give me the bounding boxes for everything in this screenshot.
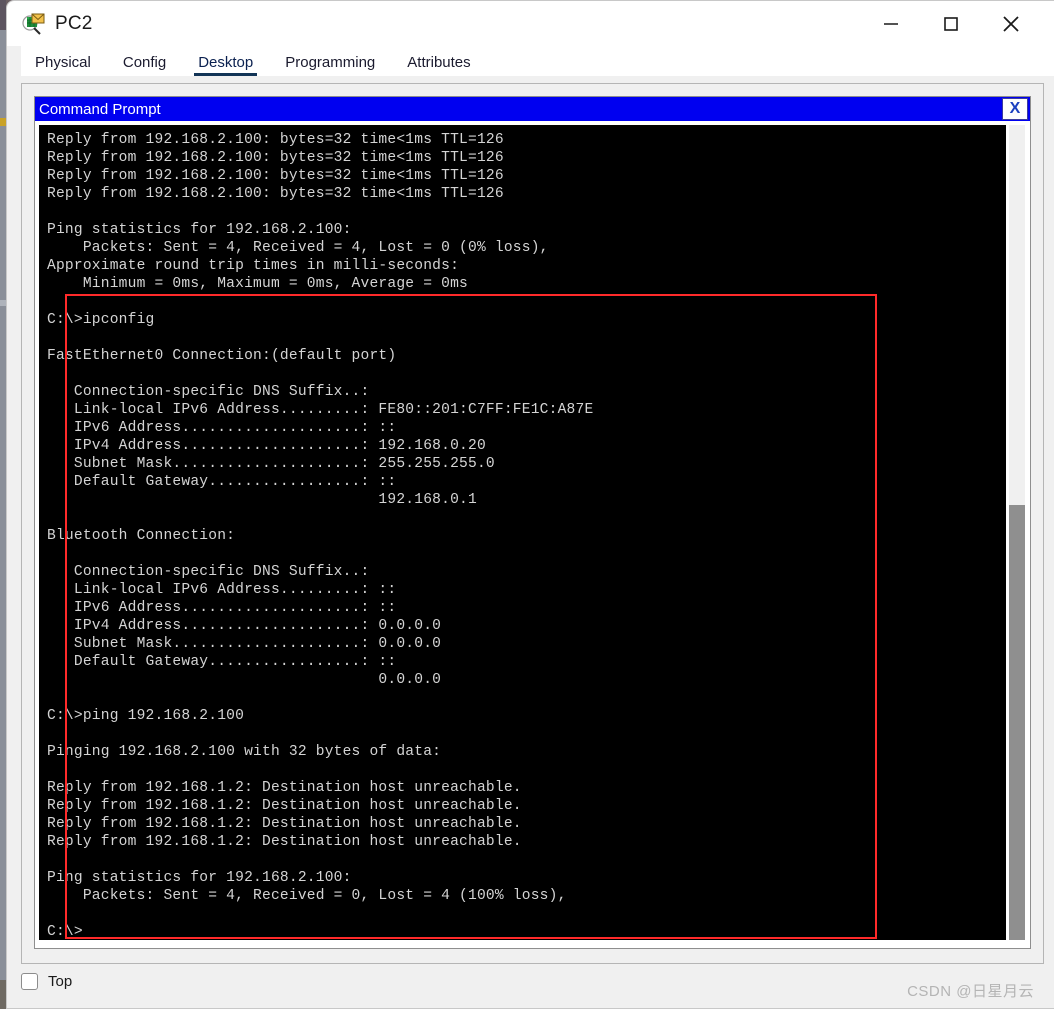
- top-checkbox[interactable]: [21, 973, 38, 990]
- terminal-output: Reply from 192.168.2.100: bytes=32 time<…: [47, 132, 594, 940]
- tab-desktop[interactable]: Desktop: [184, 54, 267, 76]
- command-prompt-titlebar: Command Prompt X: [35, 97, 1030, 121]
- terminal-scrollbar[interactable]: [1009, 125, 1025, 940]
- tab-strip: Physical Config Desktop Programming Attr…: [7, 46, 1054, 76]
- minimize-button[interactable]: [862, 1, 920, 46]
- tab-programming[interactable]: Programming: [271, 54, 389, 76]
- terminal-area: Reply from 192.168.2.100: bytes=32 time<…: [35, 121, 1030, 948]
- top-checkbox-row[interactable]: Top: [21, 973, 72, 990]
- close-window-button[interactable]: [982, 1, 1040, 46]
- maximize-button[interactable]: [922, 1, 980, 46]
- window-title: PC2: [55, 12, 93, 34]
- tab-config[interactable]: Config: [109, 54, 180, 76]
- tab-physical[interactable]: Physical: [21, 54, 105, 76]
- terminal-screen[interactable]: Reply from 192.168.2.100: bytes=32 time<…: [39, 125, 1006, 940]
- top-checkbox-label: Top: [48, 973, 73, 990]
- bottom-bar: Top CSDN @日星月云: [7, 964, 1054, 1008]
- pc-device-icon: [21, 11, 47, 37]
- tab-attributes[interactable]: Attributes: [393, 54, 484, 76]
- command-prompt-window: Command Prompt X Reply from 192.168.2.10…: [34, 96, 1031, 949]
- window-titlebar: PC2: [7, 1, 1054, 46]
- desktop-content-panel: Command Prompt X Reply from 192.168.2.10…: [21, 83, 1044, 964]
- command-prompt-title: Command Prompt: [39, 100, 161, 118]
- device-window: PC2 Physical Config Desktop Programming …: [6, 0, 1054, 1009]
- terminal-scrollbar-thumb[interactable]: [1009, 505, 1025, 940]
- command-prompt-close-button[interactable]: X: [1002, 98, 1028, 120]
- watermark-text: CSDN @日星月云: [907, 983, 1034, 1000]
